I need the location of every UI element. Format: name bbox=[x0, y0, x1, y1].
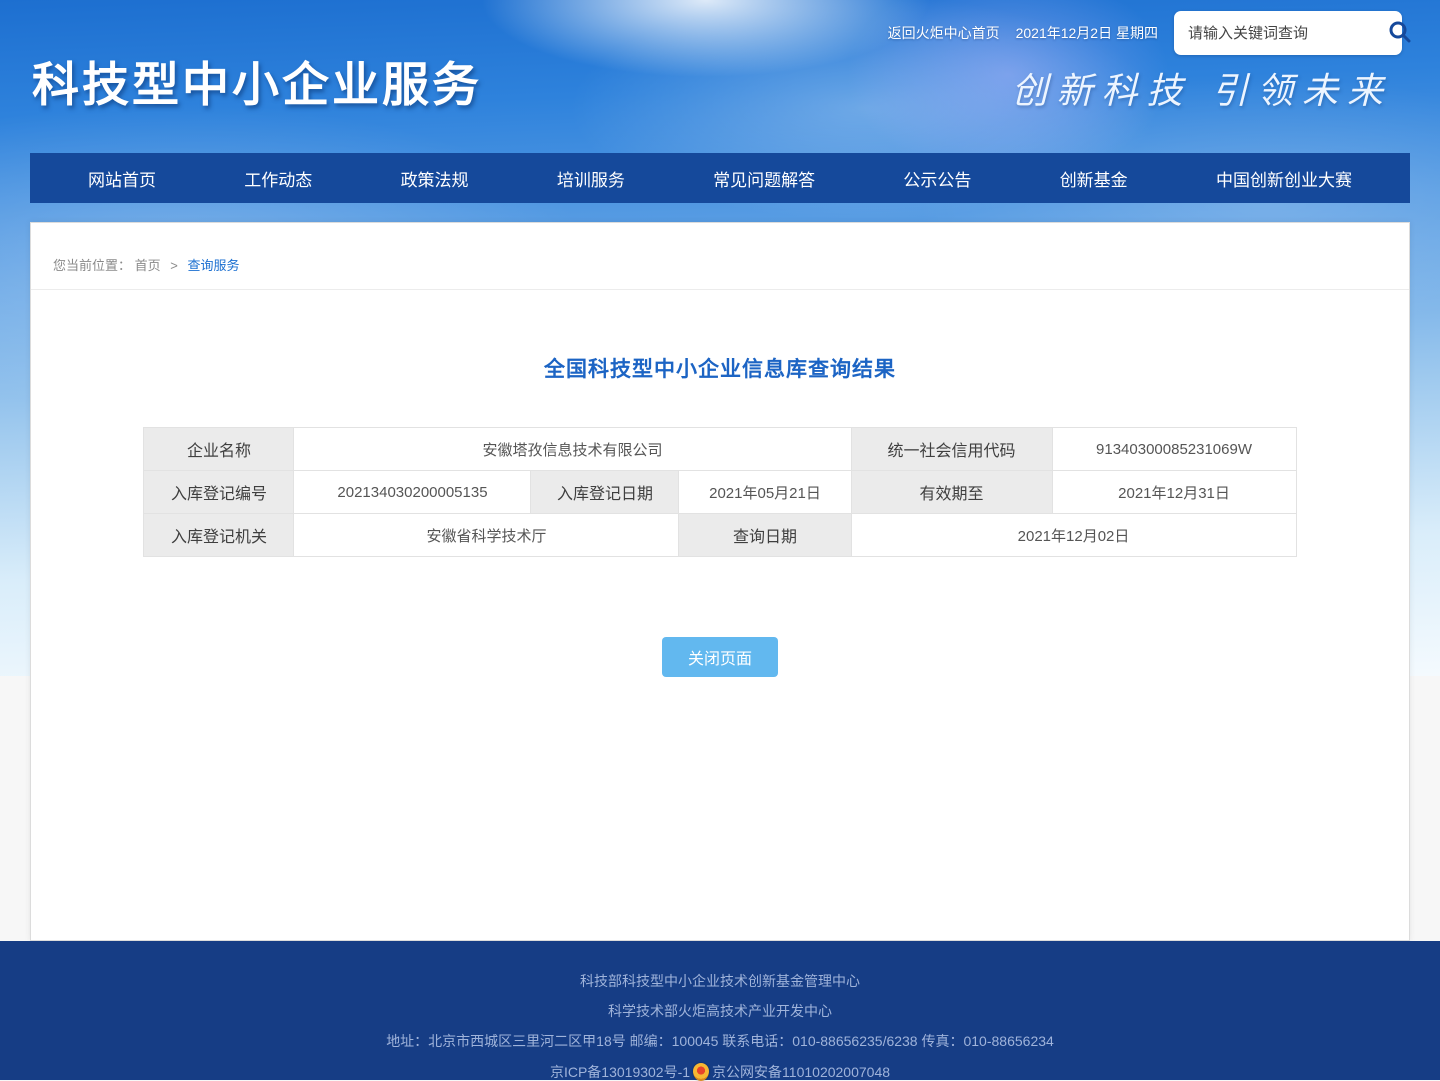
table-row: 入库登记编号 202134030200005135 入库登记日期 2021年05… bbox=[144, 471, 1296, 514]
cell-registration-date-label: 入库登记日期 bbox=[531, 471, 679, 514]
page-title: 全国科技型中小企业信息库查询结果 bbox=[31, 353, 1409, 383]
cell-registration-authority-value: 安徽省科学技术厅 bbox=[294, 514, 679, 557]
search-icon bbox=[1387, 19, 1413, 48]
cell-query-date-label: 查询日期 bbox=[679, 514, 851, 557]
site-logo: 科技型中小企业服务 bbox=[32, 46, 482, 115]
police-emblem-icon bbox=[693, 1063, 709, 1081]
torch-center-home-link[interactable]: 返回火炬中心首页 bbox=[888, 23, 1000, 43]
search-box bbox=[1174, 11, 1402, 55]
breadcrumb-home-link[interactable]: 首页 bbox=[135, 258, 161, 273]
cell-registration-date-value: 2021年05月21日 bbox=[679, 471, 851, 514]
footer-record-line: 京ICP备13019302号-1 京公网安备11010202007048 bbox=[0, 1063, 1440, 1081]
footer-org-line-2: 科学技术部火炬高技术产业开发中心 bbox=[0, 1003, 1440, 1019]
current-date: 2021年12月2日 星期四 bbox=[1016, 23, 1158, 43]
nav-item-training[interactable]: 培训服务 bbox=[557, 166, 625, 191]
cell-credit-code-label: 统一社会信用代码 bbox=[851, 428, 1052, 471]
cell-valid-until-value: 2021年12月31日 bbox=[1052, 471, 1296, 514]
close-page-button[interactable]: 关闭页面 bbox=[662, 637, 778, 677]
cell-query-date-value: 2021年12月02日 bbox=[851, 514, 1296, 557]
nav-item-announcements[interactable]: 公示公告 bbox=[903, 166, 971, 191]
nav-item-home[interactable]: 网站首页 bbox=[88, 166, 156, 191]
site-footer: 科技部科技型中小企业技术创新基金管理中心 科学技术部火炬高技术产业开发中心 地址… bbox=[0, 941, 1440, 1080]
breadcrumb: 您当前位置： 首页 > 查询服务 bbox=[31, 223, 1409, 290]
footer-org-line-1: 科技部科技型中小企业技术创新基金管理中心 bbox=[0, 973, 1440, 989]
nav-item-innovation-competition[interactable]: 中国创新创业大赛 bbox=[1216, 166, 1352, 191]
top-bar: 返回火炬中心首页 2021年12月2日 星期四 bbox=[888, 8, 1402, 58]
cell-company-name-label: 企业名称 bbox=[144, 428, 294, 471]
breadcrumb-separator: > bbox=[170, 258, 178, 273]
cell-company-name-value: 安徽塔孜信息技术有限公司 bbox=[294, 428, 851, 471]
footer-contact-line: 地址：北京市西城区三里河二区甲18号 邮编：100045 联系电话：010-88… bbox=[0, 1033, 1440, 1049]
nav-item-work-news[interactable]: 工作动态 bbox=[244, 166, 312, 191]
table-row: 入库登记机关 安徽省科学技术厅 查询日期 2021年12月02日 bbox=[144, 514, 1296, 557]
cell-registration-number-label: 入库登记编号 bbox=[144, 471, 294, 514]
page: 返回火炬中心首页 2021年12月2日 星期四 科技型中小企业服务 创新科技 引… bbox=[0, 0, 1440, 1080]
cell-registration-number-value: 202134030200005135 bbox=[294, 471, 531, 514]
main-nav: 网站首页 工作动态 政策法规 培训服务 常见问题解答 公示公告 创新基金 中国创… bbox=[30, 153, 1410, 203]
search-button[interactable] bbox=[1387, 19, 1413, 48]
cell-valid-until-label: 有效期至 bbox=[851, 471, 1052, 514]
table-row: 企业名称 安徽塔孜信息技术有限公司 统一社会信用代码 9134030008523… bbox=[144, 428, 1296, 471]
nav-item-innovation-fund[interactable]: 创新基金 bbox=[1060, 166, 1128, 191]
breadcrumb-current-link[interactable]: 查询服务 bbox=[188, 258, 240, 273]
result-table: 企业名称 安徽塔孜信息技术有限公司 统一社会信用代码 9134030008523… bbox=[143, 427, 1296, 557]
cell-registration-authority-label: 入库登记机关 bbox=[144, 514, 294, 557]
breadcrumb-prefix: 您当前位置： bbox=[53, 258, 131, 273]
icp-record-link[interactable]: 京ICP备13019302号-1 bbox=[550, 1064, 690, 1080]
site-slogan: 创新科技 引领未来 bbox=[1012, 62, 1392, 114]
nav-item-policies[interactable]: 政策法规 bbox=[401, 166, 469, 191]
search-input[interactable] bbox=[1188, 25, 1387, 42]
content-panel: 您当前位置： 首页 > 查询服务 全国科技型中小企业信息库查询结果 企业名称 安… bbox=[30, 222, 1410, 941]
cell-credit-code-value: 91340300085231069W bbox=[1052, 428, 1296, 471]
nav-item-faq[interactable]: 常见问题解答 bbox=[713, 166, 815, 191]
police-record-link[interactable]: 京公网安备11010202007048 bbox=[712, 1064, 890, 1080]
